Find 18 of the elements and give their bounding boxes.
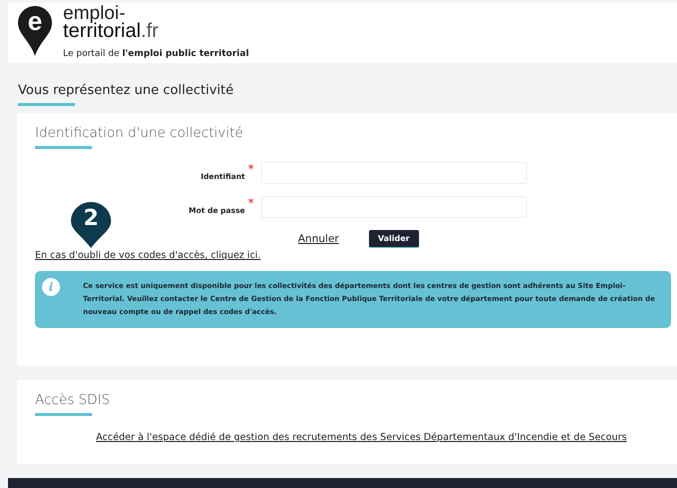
card-title: Accès SDIS [35, 392, 111, 408]
page-title: Vous représentez une collectivité [18, 83, 235, 98]
title-underline [18, 103, 75, 106]
marker-pin: 2 [70, 201, 112, 249]
forgot-link[interactable]: En cas d'oubli de vos codes d'accès, cliquez ici. [35, 250, 677, 261]
required-mark: * [248, 162, 254, 176]
card-title: Identification d'une collectivité [35, 125, 244, 141]
logo-pin-icon: e [17, 5, 53, 57]
logo-text: emploi- [63, 6, 126, 22]
sdis-link[interactable]: Accéder à l'espace dédié de gestion des recrutements des Services Départementaux d'Incendie et de Secours [96, 432, 627, 443]
cancel-link[interactable]: Annuler [298, 233, 339, 245]
title-underline [35, 146, 92, 149]
logo-text: territorial.fr [63, 22, 160, 40]
tagline: Le portail de l'emploi public territorial [63, 49, 249, 59]
submit-button[interactable]: Valider [368, 230, 419, 248]
required-mark: * [248, 196, 254, 210]
title-underline [35, 413, 92, 416]
info-icon: i [42, 278, 60, 296]
